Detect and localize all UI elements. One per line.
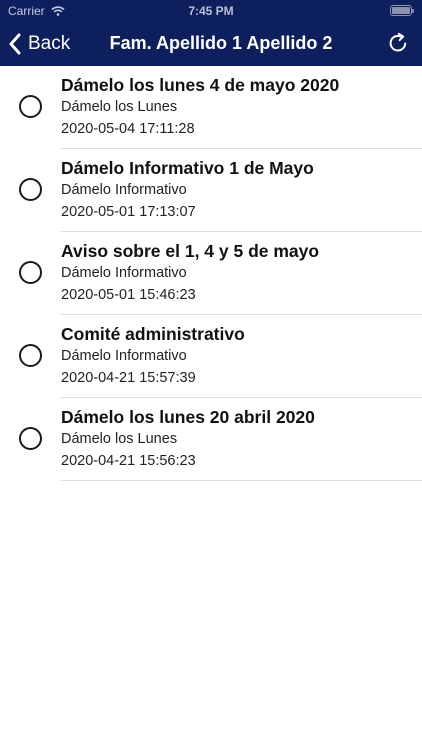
top-bar: Carrier 7:45 PM Back Fam. Apellido 1 Ape… <box>0 0 422 66</box>
item-datetime: 2020-05-01 15:46:23 <box>61 287 196 303</box>
item-title: Dámelo los lunes 20 abril 2020 <box>61 407 315 427</box>
item-title: Aviso sobre el 1, 4 y 5 de mayo <box>61 241 320 261</box>
item-category: Dámelo Informativo <box>61 182 187 198</box>
status-bar: Carrier 7:45 PM <box>0 0 422 22</box>
list-item[interactable]: Comité administrativo Dámelo Informativo… <box>0 315 422 398</box>
list-item[interactable]: Dámelo los lunes 4 de mayo 2020 Dámelo l… <box>0 66 422 149</box>
back-button[interactable]: Back <box>8 30 70 58</box>
separator <box>61 480 422 481</box>
chevron-left-icon <box>9 33 21 55</box>
list-item[interactable]: Dámelo Informativo 1 de Mayo Dámelo Info… <box>0 149 422 232</box>
status-time: 7:45 PM <box>188 4 234 18</box>
item-title: Comité administrativo <box>61 324 245 344</box>
item-datetime: 2020-05-01 17:13:07 <box>61 204 196 220</box>
page-title: Fam. Apellido 1 Apellido 2 <box>109 33 333 53</box>
item-category: Dámelo Informativo <box>61 348 187 364</box>
list-item[interactable]: Dámelo los lunes 20 abril 2020 Dámelo lo… <box>0 398 422 481</box>
item-datetime: 2020-04-21 15:57:39 <box>61 370 196 386</box>
navigation-bar: Back Fam. Apellido 1 Apellido 2 <box>0 22 422 66</box>
message-list: Dámelo los lunes 4 de mayo 2020 Dámelo l… <box>0 66 422 481</box>
item-title: Dámelo los lunes 4 de mayo 2020 <box>61 75 340 95</box>
back-label: Back <box>28 33 71 54</box>
radio-button[interactable] <box>19 261 42 284</box>
radio-button[interactable] <box>19 427 42 450</box>
radio-button[interactable] <box>19 95 42 118</box>
item-category: Dámelo los Lunes <box>61 431 178 447</box>
item-title: Dámelo Informativo 1 de Mayo <box>61 158 314 178</box>
radio-button[interactable] <box>19 178 42 201</box>
radio-button[interactable] <box>19 344 42 367</box>
item-category: Dámelo los Lunes <box>61 99 178 115</box>
refresh-icon[interactable] <box>386 31 410 55</box>
battery-icon <box>390 5 414 16</box>
item-datetime: 2020-04-21 15:56:23 <box>61 453 196 469</box>
item-category: Dámelo Informativo <box>61 265 187 281</box>
item-datetime: 2020-05-04 17:11:28 <box>61 121 195 137</box>
list-item[interactable]: Aviso sobre el 1, 4 y 5 de mayo Dámelo I… <box>0 232 422 315</box>
